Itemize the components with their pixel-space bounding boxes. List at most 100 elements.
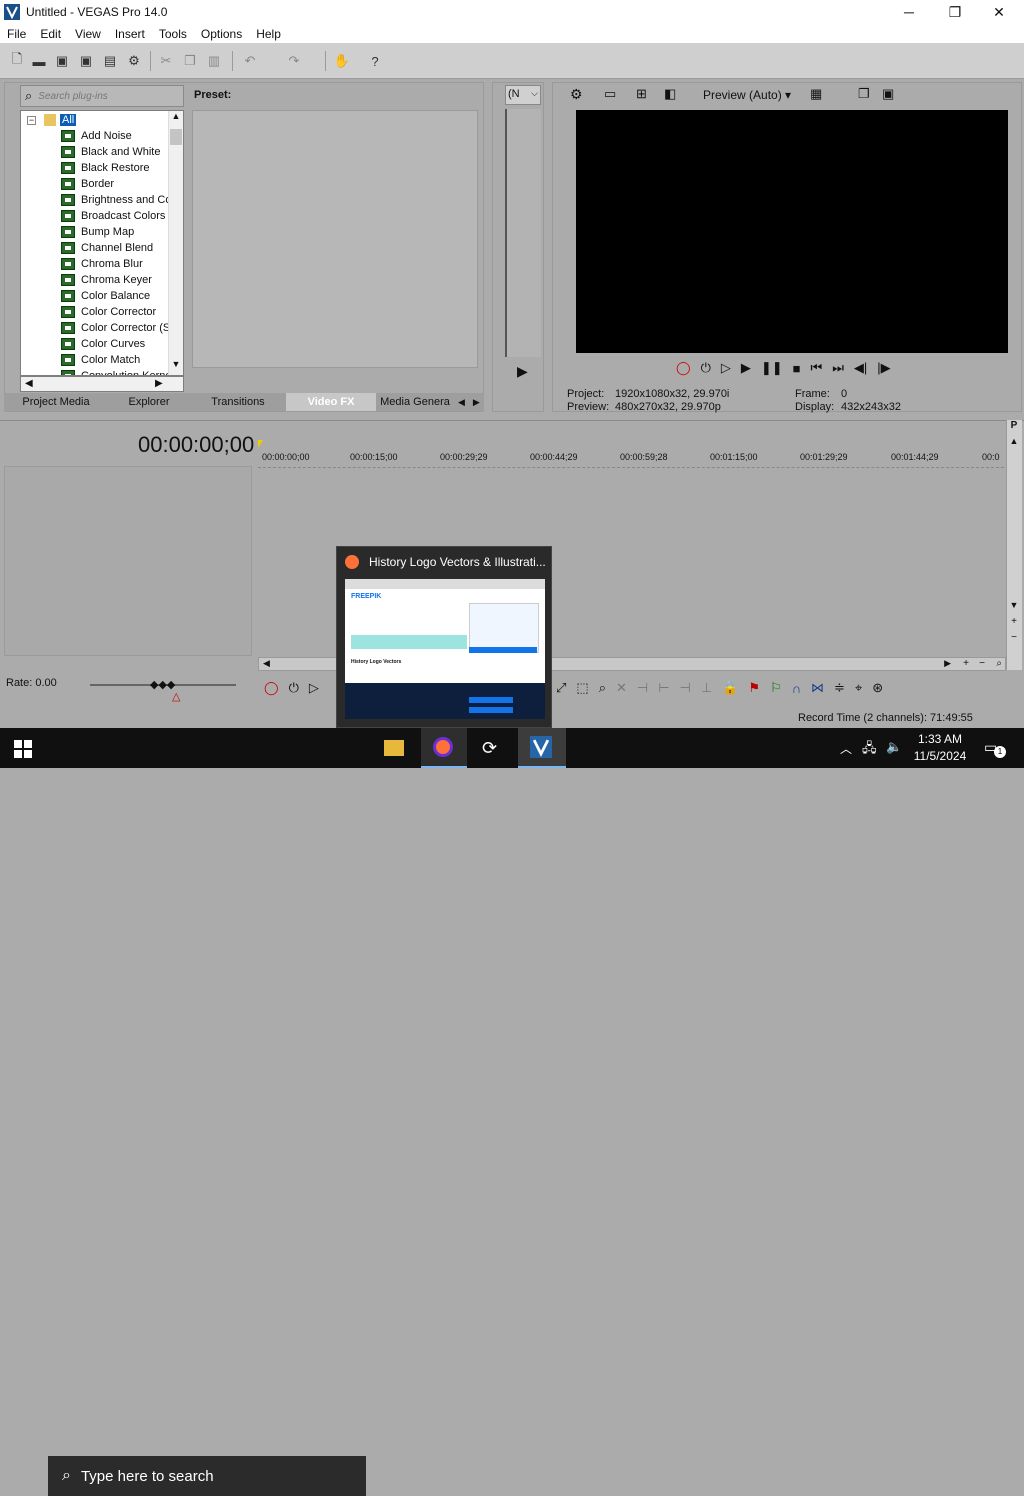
tree-vertical-scrollbar[interactable]: ▲ ▼	[168, 111, 183, 375]
scrub-hand-icon[interactable]: ✋	[333, 52, 351, 70]
play-icon[interactable]: ▶	[517, 363, 528, 380]
show-hidden-icons-icon[interactable]: ︿	[840, 740, 852, 757]
stop-icon[interactable]: ■	[793, 361, 801, 376]
selection-tool-icon[interactable]: ⬚	[576, 680, 588, 696]
event-pan-crop-icon[interactable]: ⌖	[855, 680, 862, 696]
normal-edit-tool-icon[interactable]: ⤢	[556, 680, 566, 696]
ripple-edit-icon[interactable]: ≑	[834, 680, 845, 696]
play-from-start-icon[interactable]: ▷	[309, 680, 319, 696]
chevron-right-icon[interactable]: ▶	[155, 378, 163, 389]
plugin-list-item[interactable]: Border	[61, 176, 114, 192]
plugin-list-item[interactable]: Color Curves	[61, 336, 145, 352]
split-screen-icon[interactable]: ⊞	[636, 86, 647, 102]
gear-icon[interactable]: ⚙	[570, 86, 583, 103]
help-icon[interactable]: ?	[366, 52, 384, 70]
loop-icon[interactable]: ⏻	[289, 680, 299, 696]
menu-insert[interactable]: Insert	[108, 27, 152, 41]
split-icon[interactable]: ⊥	[701, 680, 712, 696]
lock-icon[interactable]: 🔒	[722, 680, 738, 696]
previous-frame-icon[interactable]: ◀|	[854, 360, 867, 376]
event-fx-icon[interactable]: ⊛	[872, 680, 883, 696]
menu-view[interactable]: View	[68, 27, 108, 41]
plugin-list-item[interactable]: Broadcast Colors	[61, 208, 165, 224]
tab-explorer[interactable]: Explorer	[108, 393, 190, 411]
plugin-search[interactable]: ⌕ Search plug-ins	[20, 85, 184, 107]
chevron-left-icon[interactable]: ◀	[263, 658, 270, 669]
plugin-list-item[interactable]: Black Restore	[61, 160, 149, 176]
auto-crossfade-icon[interactable]: ⋈	[811, 680, 824, 696]
clock[interactable]: 1:33 AM 11/5/2024	[912, 731, 968, 765]
plugin-list-item[interactable]: Convolution Kerne	[61, 368, 172, 375]
chevron-left-icon[interactable]: ◀	[25, 378, 33, 389]
pause-icon[interactable]: ❚❚	[761, 360, 783, 376]
network-icon[interactable]: 🖧	[862, 739, 877, 761]
plugin-list-item[interactable]: Black and White	[61, 144, 160, 160]
plugin-list-item[interactable]: Color Corrector	[61, 304, 156, 320]
plugin-list-item[interactable]: Add Noise	[61, 128, 132, 144]
tree-horizontal-scrollbar[interactable]: ◀ ▶	[20, 376, 184, 392]
region-icon[interactable]: ⚐	[770, 680, 782, 696]
chevron-up-icon[interactable]: ▲	[1007, 436, 1021, 446]
sync-app-icon[interactable]: ⟳	[482, 738, 497, 759]
paste-icon[interactable]: ▥	[205, 52, 223, 70]
plugin-list-item[interactable]: Chroma Keyer	[61, 272, 152, 288]
open-folder-icon[interactable]: ▬	[30, 52, 48, 70]
tab-media-generators[interactable]: Media Genera	[376, 393, 454, 411]
taskbar-search-input[interactable]: Type here to search	[81, 1468, 214, 1485]
browser-thumbnail[interactable]: FREEPIK History Logo Vectors	[345, 579, 545, 719]
plugin-list-item[interactable]: Bump Map	[61, 224, 134, 240]
snapping-magnet-icon[interactable]: ∩	[792, 681, 801, 696]
volume-icon[interactable]: 🔈	[886, 739, 902, 755]
scroll-thumb[interactable]	[170, 129, 182, 145]
go-to-start-icon[interactable]: ⏮	[811, 360, 823, 376]
trim-end-icon[interactable]: ⊣	[680, 680, 691, 696]
copy-icon[interactable]: ❐	[181, 52, 199, 70]
redo-icon[interactable]: ↷	[285, 52, 303, 70]
tab-transitions[interactable]: Transitions	[190, 393, 286, 411]
render-icon[interactable]: ▤	[101, 52, 119, 70]
marker-flag-icon[interactable]: ⚑	[748, 680, 760, 696]
playhead-marker[interactable]	[258, 440, 263, 448]
close-button[interactable]: ✕	[976, 0, 1022, 24]
loop-icon[interactable]: ⏻	[701, 360, 711, 376]
minimize-button[interactable]: ─	[886, 0, 932, 24]
zoom-in-icon[interactable]: +	[963, 658, 969, 669]
grid-icon[interactable]: ▦	[810, 86, 822, 102]
timeline-vertical-scrollbar[interactable]: P ▲ ▼ + −	[1006, 420, 1022, 670]
marker-icon[interactable]: P	[1007, 420, 1021, 434]
record-icon[interactable]: ◯	[676, 360, 691, 376]
copy-snapshot-icon[interactable]: ❐	[858, 86, 870, 102]
chevron-down-icon[interactable]: ▼	[169, 359, 183, 375]
chevron-down-icon[interactable]: ▼	[1007, 600, 1021, 610]
zoom-in-icon[interactable]: +	[1007, 616, 1021, 627]
preview-quality-dropdown[interactable]: Preview (Auto) ▾	[703, 88, 791, 102]
plugin-list-item[interactable]: Color Balance	[61, 288, 150, 304]
menu-file[interactable]: File	[0, 27, 33, 41]
zoom-out-icon[interactable]: −	[979, 658, 985, 669]
plugin-list-item[interactable]: Chroma Blur	[61, 256, 143, 272]
new-file-icon[interactable]: 🗋	[8, 51, 26, 70]
gear-icon[interactable]: ⚙	[125, 52, 143, 70]
taskbar-search-box[interactable]: ⌕ Type here to search	[48, 1456, 366, 1496]
go-to-end-icon[interactable]: ⏭	[832, 360, 844, 376]
browser-thumbnail-popup[interactable]: History Logo Vectors & Illustrati... FRE…	[336, 546, 552, 728]
save-as-icon[interactable]: ▣	[77, 52, 95, 70]
chevron-up-icon[interactable]: ▲	[169, 111, 183, 127]
timeline-ruler[interactable]: 00:00:00;00 00:00:15;00 00:00:29;29 00:0…	[258, 448, 1004, 468]
play-from-start-icon[interactable]: ▷	[721, 360, 731, 376]
tab-video-fx[interactable]: Video FX	[286, 393, 376, 411]
menu-tools[interactable]: Tools	[152, 27, 194, 41]
zoom-tool-icon[interactable]: ⌕	[599, 680, 606, 696]
plugin-list-item[interactable]: Channel Blend	[61, 240, 153, 256]
tab-scroll-left-icon[interactable]: ◀	[458, 397, 465, 408]
save-icon[interactable]: ▣	[53, 52, 71, 70]
trim-start-icon[interactable]: ⊢	[658, 680, 669, 696]
magnify-icon[interactable]: ⌕	[996, 658, 1002, 669]
menu-help[interactable]: Help	[249, 27, 288, 41]
collapse-icon[interactable]: −	[27, 115, 36, 125]
next-frame-icon[interactable]: |▶	[877, 360, 890, 376]
plugin-list-item[interactable]: Brightness and Co	[61, 192, 172, 208]
search-input[interactable]: Search plug-ins	[38, 91, 107, 102]
cut-icon[interactable]: ✂	[157, 52, 175, 70]
file-explorer-icon[interactable]	[384, 740, 404, 756]
